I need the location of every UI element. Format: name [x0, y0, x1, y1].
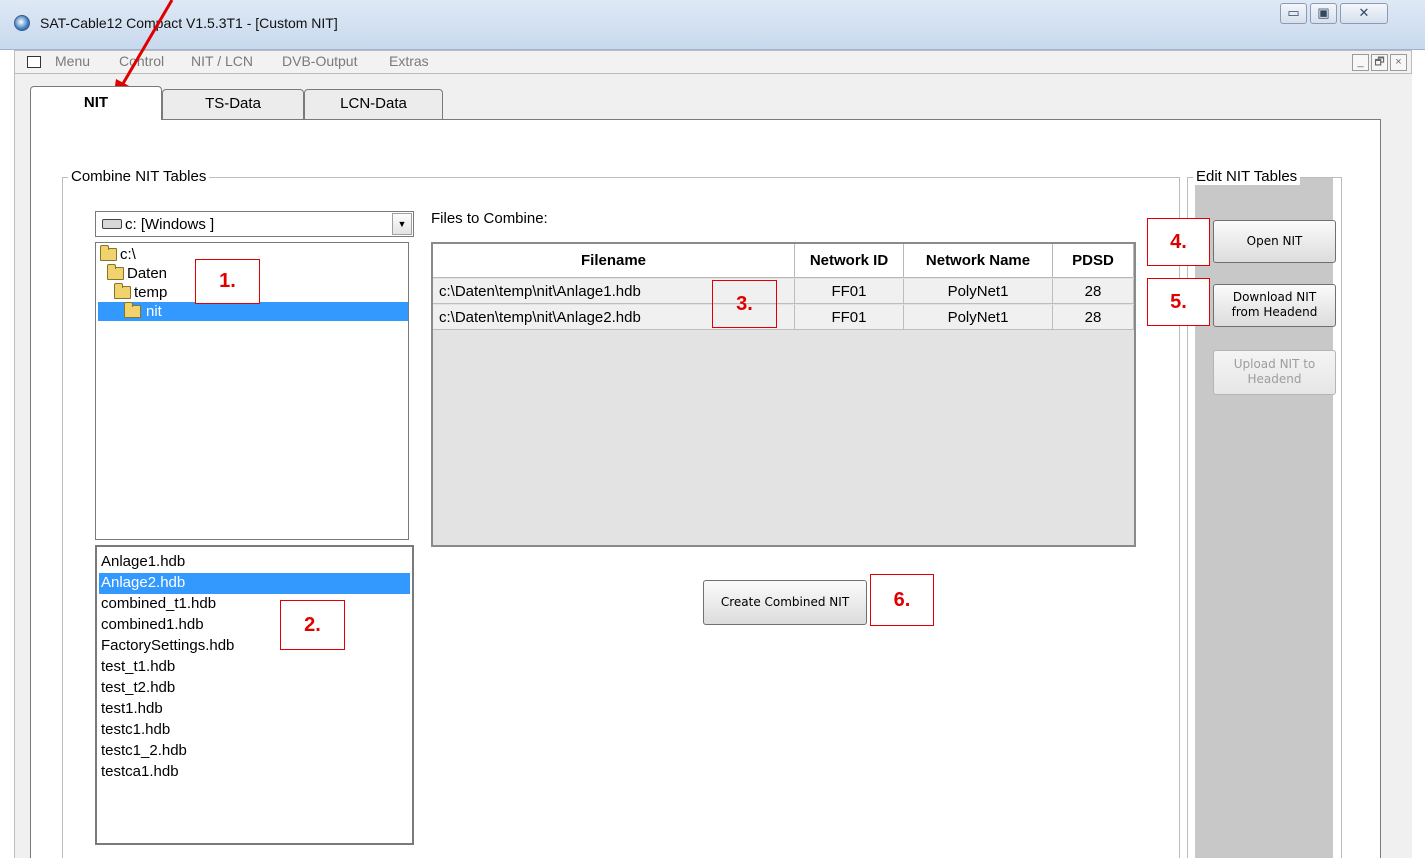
file-list[interactable]: Anlage1.hdb Anlage2.hdb combined_t1.hdb … [95, 545, 414, 845]
app-globe-icon [14, 15, 30, 31]
combine-nit-group-label: Combine NIT Tables [68, 168, 210, 185]
download-nit-button-line2: from Headend [1231, 305, 1318, 319]
column-header-filename[interactable]: Filename [433, 244, 795, 278]
window-title: SAT-Cable12 Compact V1.5.3T1 - [Custom N… [40, 15, 338, 31]
annotation-marker-5: 5. [1147, 278, 1210, 326]
mdi-close-button[interactable]: × [1390, 54, 1407, 71]
mdi-minimize-button[interactable]: _ [1352, 54, 1369, 71]
drive-icon [102, 219, 122, 229]
annotation-marker-3: 3. [712, 280, 777, 328]
tab-ts-data[interactable]: TS-Data [162, 89, 304, 119]
list-item[interactable]: combined1.hdb [99, 615, 410, 636]
table-cell-network-id[interactable]: FF01 [795, 305, 904, 330]
download-nit-button[interactable]: Download NIT from Headend [1213, 284, 1336, 327]
annotation-marker-4: 4. [1147, 218, 1210, 266]
mdi-restore-button[interactable]: 🗗 [1371, 54, 1388, 71]
tab-nit[interactable]: NIT [30, 86, 162, 120]
directory-label: temp [134, 284, 168, 301]
table-cell-network-name[interactable]: PolyNet1 [904, 279, 1053, 304]
directory-item-selected[interactable]: nit [98, 302, 408, 321]
open-folder-icon [107, 264, 124, 280]
annotation-marker-6: 6. [870, 574, 934, 626]
directory-label: Daten [127, 265, 168, 282]
create-combined-nit-button[interactable]: Create Combined NIT [703, 580, 867, 625]
window-close-button[interactable]: ✕ [1340, 3, 1388, 24]
upload-nit-button-line1: Upload NIT to [1233, 357, 1316, 371]
menu-item-dvb-output[interactable]: DVB-Output [282, 53, 357, 69]
list-item[interactable]: testc1.hdb [99, 720, 410, 741]
files-table[interactable]: Filename Network ID Network Name PDSD c:… [431, 242, 1136, 547]
annotation-marker-2: 2. [280, 600, 345, 650]
open-folder-icon [100, 245, 117, 261]
column-header-network-name[interactable]: Network Name [904, 244, 1053, 278]
menu-item-nit-lcn[interactable]: NIT / LCN [191, 53, 253, 69]
column-header-pdsd[interactable]: PDSD [1053, 244, 1134, 278]
list-item[interactable]: testca1.hdb [99, 762, 410, 783]
open-nit-button[interactable]: Open NIT [1213, 220, 1336, 263]
list-item[interactable]: test_t2.hdb [99, 678, 410, 699]
list-item[interactable]: test_t1.hdb [99, 657, 410, 678]
edit-nit-group-label: Edit NIT Tables [1193, 168, 1301, 185]
annotation-marker-1: 1. [195, 259, 260, 304]
open-folder-icon [124, 302, 141, 318]
directory-label: c:\ [120, 246, 136, 263]
directory-item[interactable]: temp [112, 283, 171, 302]
open-folder-icon [114, 283, 131, 299]
menu-item-extras[interactable]: Extras [389, 53, 429, 69]
table-cell-network-name[interactable]: PolyNet1 [904, 305, 1053, 330]
menu-bar: Menu Control NIT / LCN DVB-Output Extras… [14, 50, 1412, 74]
menu-item-menu[interactable]: Menu [55, 53, 90, 69]
list-item[interactable]: testc1_2.hdb [99, 741, 410, 762]
list-item[interactable]: combined_t1.hdb [99, 594, 410, 615]
files-to-combine-label: Files to Combine: [431, 210, 548, 227]
upload-nit-button: Upload NIT to Headend [1213, 350, 1336, 395]
drive-select[interactable]: c: [Windows ] ▼ [95, 211, 414, 237]
edit-nit-group [1187, 177, 1342, 858]
tab-lcn-data[interactable]: LCN-Data [304, 89, 443, 119]
list-item[interactable]: FactorySettings.hdb [99, 636, 410, 657]
list-item[interactable]: test1.hdb [99, 699, 410, 720]
drive-select-value: c: [Windows ] [125, 216, 215, 233]
mdi-child-icon[interactable] [27, 56, 41, 68]
upload-nit-button-line2: Headend [1247, 372, 1302, 386]
directory-label: nit [146, 303, 162, 320]
table-cell-pdsd[interactable]: 28 [1053, 279, 1134, 304]
table-cell-pdsd[interactable]: 28 [1053, 305, 1134, 330]
directory-item[interactable]: Daten [105, 264, 171, 283]
window-title-bar[interactable]: SAT-Cable12 Compact V1.5.3T1 - [Custom N… [0, 0, 1425, 50]
menu-item-control[interactable]: Control [119, 53, 164, 69]
download-nit-button-line1: Download NIT [1232, 290, 1317, 304]
column-header-network-id[interactable]: Network ID [795, 244, 904, 278]
window-minimize-button[interactable]: ▭ [1280, 3, 1307, 24]
list-item-selected[interactable]: Anlage2.hdb [99, 573, 410, 594]
directory-item[interactable]: c:\ [98, 245, 140, 264]
list-item[interactable]: Anlage1.hdb [99, 552, 410, 573]
chevron-down-icon[interactable]: ▼ [392, 213, 412, 235]
table-cell-network-id[interactable]: FF01 [795, 279, 904, 304]
window-maximize-button[interactable]: ▣ [1310, 3, 1337, 24]
